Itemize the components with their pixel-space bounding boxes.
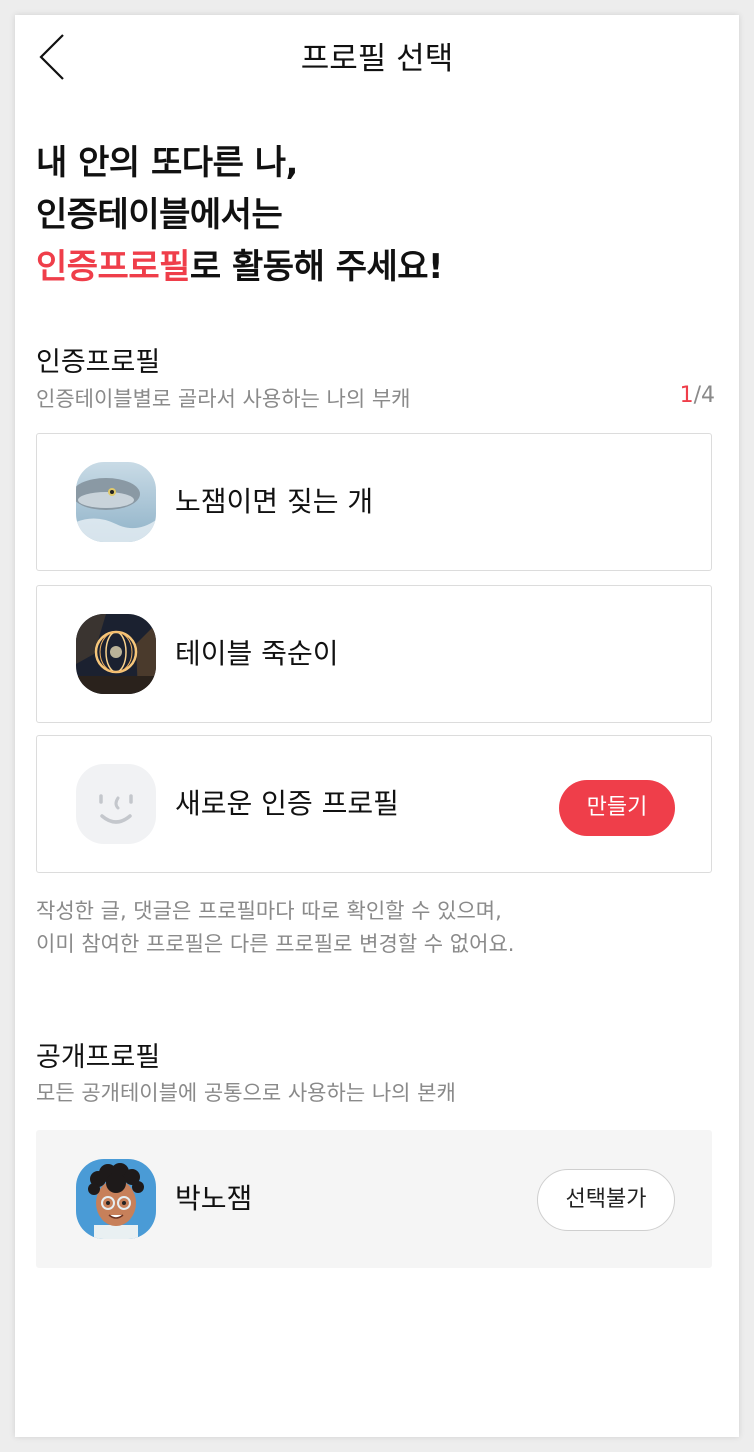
auth-profile-subtitle: 인증테이블별로 골라서 사용하는 나의 부캐	[36, 387, 411, 411]
screen: 프로필 선택 내 안의 또다른 나, 인증테이블에서는 인증프로필로 활동해 주…	[15, 15, 739, 1437]
headline-accent: 인증프로필	[36, 247, 190, 287]
new-profile-label: 새로운 인증 프로필	[175, 787, 399, 820]
profile-name-1: 노잼이면 짖는 개	[175, 485, 374, 518]
public-profile-name: 박노잼	[175, 1182, 253, 1215]
counter-total: /4	[693, 383, 715, 408]
page-title: 프로필 선택	[300, 41, 454, 77]
headline-line-2: 인증테이블에서는	[36, 195, 283, 235]
profile-counter: 1/4	[680, 383, 715, 408]
headline-rest: 로 활동해 주세요!	[189, 247, 444, 287]
create-profile-button[interactable]: 만들기	[559, 780, 675, 836]
counter-current: 1	[679, 383, 694, 408]
profile-card-2[interactable]: 테이블 죽순이	[36, 585, 712, 723]
notice-text: 작성한 글, 댓글은 프로필마다 따로 확인할 수 있으며, 이미 참여한 프로…	[36, 895, 514, 961]
light-orb-avatar	[76, 614, 156, 694]
cartoon-person-avatar	[76, 1159, 156, 1239]
public-profile-subtitle: 모든 공개테이블에 공통으로 사용하는 나의 본캐	[36, 1081, 456, 1105]
notice-line-2: 이미 참여한 프로필은 다른 프로필로 변경할 수 없어요.	[36, 932, 515, 956]
headline-line-1: 내 안의 또다른 나,	[36, 143, 298, 183]
smiley-face-icon	[76, 764, 156, 844]
public-profile-title: 공개프로필	[36, 1042, 161, 1073]
headline: 내 안의 또다른 나, 인증테이블에서는 인증프로필로 활동해 주세요!	[36, 137, 444, 293]
fish-avatar	[76, 462, 156, 542]
unavailable-button: 선택불가	[537, 1169, 675, 1231]
profile-card-1[interactable]: 노잼이면 짖는 개	[36, 433, 712, 571]
profile-name-2: 테이블 죽순이	[175, 637, 339, 670]
new-profile-card: 새로운 인증 프로필 만들기	[36, 735, 712, 873]
auth-profile-title: 인증프로필	[36, 347, 161, 378]
top-bar: 프로필 선택	[15, 15, 739, 93]
public-profile-card: 박노잼 선택불가	[36, 1130, 712, 1268]
headline-line-3: 인증프로필로 활동해 주세요!	[36, 241, 444, 293]
notice-line-1: 작성한 글, 댓글은 프로필마다 따로 확인할 수 있으며,	[36, 899, 502, 923]
